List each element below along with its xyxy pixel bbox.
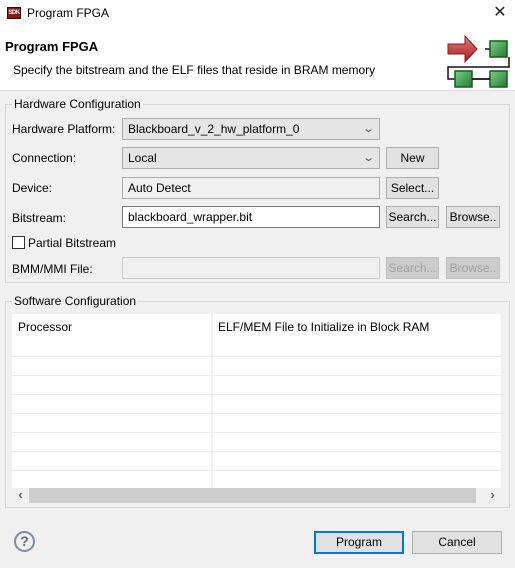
select-device-button[interactable]: Select... <box>386 177 439 199</box>
column-header-processor[interactable]: Processor <box>18 320 72 334</box>
bitstream-browse-button[interactable]: Browse.. <box>446 206 500 228</box>
cancel-button[interactable]: Cancel <box>412 531 502 554</box>
new-connection-button[interactable]: New <box>386 147 439 169</box>
software-configuration-legend: Software Configuration <box>12 294 139 308</box>
program-button[interactable]: Program <box>314 531 404 554</box>
hardware-configuration-legend: Hardware Configuration <box>12 97 143 111</box>
dialog-header: Program FPGA Specify the bitstream and t… <box>0 28 515 91</box>
table-row[interactable] <box>12 357 501 376</box>
hardware-platform-value: Blackboard_v_2_hw_platform_0 <box>128 122 300 136</box>
scrollbar-thumb[interactable] <box>29 488 476 503</box>
table-row[interactable] <box>12 433 501 452</box>
bitstream-search-button[interactable]: Search... <box>386 206 439 228</box>
column-divider <box>211 414 213 432</box>
column-header-elf-file[interactable]: ELF/MEM File to Initialize in Block RAM <box>218 320 429 334</box>
device-label: Device: <box>12 181 53 195</box>
scroll-left-icon[interactable]: ‹ <box>12 488 29 503</box>
column-divider <box>211 357 213 375</box>
column-divider <box>211 471 213 489</box>
partial-bitstream-label: Partial Bitstream <box>28 236 117 250</box>
horizontal-scrollbar[interactable]: ‹ › <box>12 488 501 503</box>
bmm-browse-button[interactable]: Browse.. <box>446 257 500 279</box>
bmm-mmi-file-label: BMM/MMI File: <box>12 262 93 276</box>
device-field: Auto Detect <box>122 177 380 199</box>
help-icon[interactable]: ? <box>14 531 35 552</box>
column-divider <box>211 452 213 470</box>
hardware-platform-dropdown[interactable]: Blackboard_v_2_hw_platform_0 ⌄ <box>122 118 380 140</box>
table-row[interactable] <box>12 376 501 395</box>
dialog-title: Program FPGA <box>5 39 99 54</box>
table-row[interactable] <box>12 414 501 433</box>
hardware-platform-label: Hardware Platform: <box>12 122 116 136</box>
bmm-search-button[interactable]: Search... <box>386 257 439 279</box>
bitstream-label: Bitstream: <box>12 211 67 225</box>
connection-value: Local <box>128 151 157 165</box>
sdk-icon-text: SDK <box>8 10 20 16</box>
title-bar: SDK Program FPGA ✕ <box>0 0 515 28</box>
chevron-down-icon: ⌄ <box>361 123 375 135</box>
column-divider <box>211 376 213 394</box>
scroll-right-icon[interactable]: › <box>484 488 501 503</box>
fpga-program-graphic-icon <box>447 34 510 88</box>
dialog-description: Specify the bitstream and the ELF files … <box>13 63 376 77</box>
connection-label: Connection: <box>12 151 77 165</box>
bitstream-input[interactable]: blackboard_wrapper.bit <box>122 206 380 228</box>
processor-elf-table[interactable]: Processor ELF/MEM File to Initialize in … <box>12 314 501 489</box>
connection-dropdown[interactable]: Local ⌄ <box>122 147 380 169</box>
sdk-icon: SDK <box>7 7 21 19</box>
column-divider <box>211 433 213 451</box>
bmm-mmi-file-input[interactable] <box>122 257 380 279</box>
table-row[interactable] <box>12 471 501 489</box>
table-row[interactable] <box>12 395 501 414</box>
close-button[interactable]: ✕ <box>485 0 515 26</box>
table-header-row: Processor ELF/MEM File to Initialize in … <box>12 314 501 357</box>
partial-bitstream-checkbox[interactable] <box>12 236 25 249</box>
column-divider[interactable] <box>211 314 213 356</box>
table-row[interactable] <box>12 452 501 471</box>
column-divider <box>211 395 213 413</box>
chevron-down-icon: ⌄ <box>361 152 375 164</box>
window-title: Program FPGA <box>27 6 110 20</box>
